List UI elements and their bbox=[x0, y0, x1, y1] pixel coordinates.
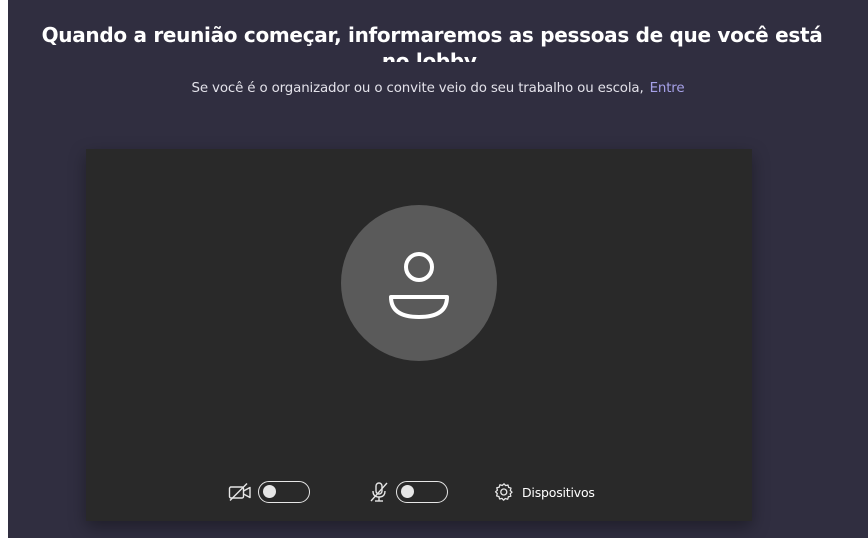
mic-toggle[interactable] bbox=[396, 481, 448, 503]
signin-link[interactable]: Entre bbox=[650, 81, 685, 96]
signin-prompt: Se você é o organizador ou o convite vei… bbox=[8, 80, 868, 98]
devices-button[interactable]: Dispositivos bbox=[494, 477, 595, 507]
mic-toggle-knob bbox=[401, 485, 414, 498]
camera-off-icon[interactable] bbox=[228, 482, 252, 502]
camera-toggle[interactable] bbox=[258, 481, 310, 503]
page-title: Quando a reunião começar, informaremos a… bbox=[41, 23, 823, 62]
video-preview: Dispositivos bbox=[86, 149, 752, 521]
camera-control bbox=[228, 477, 310, 507]
gear-icon bbox=[494, 482, 514, 502]
mic-control bbox=[368, 477, 448, 507]
signin-prompt-text: Se você é o organizador ou o convite vei… bbox=[191, 81, 644, 96]
mic-off-icon[interactable] bbox=[368, 481, 390, 503]
media-controls: Dispositivos bbox=[86, 477, 752, 507]
prejoin-screen: Quando a reunião começar, informaremos a… bbox=[8, 0, 868, 538]
avatar bbox=[341, 205, 497, 361]
camera-toggle-knob bbox=[263, 485, 276, 498]
devices-label: Dispositivos bbox=[522, 484, 595, 500]
person-icon bbox=[389, 252, 449, 319]
title-container: Quando a reunião começar, informaremos a… bbox=[8, 22, 868, 62]
